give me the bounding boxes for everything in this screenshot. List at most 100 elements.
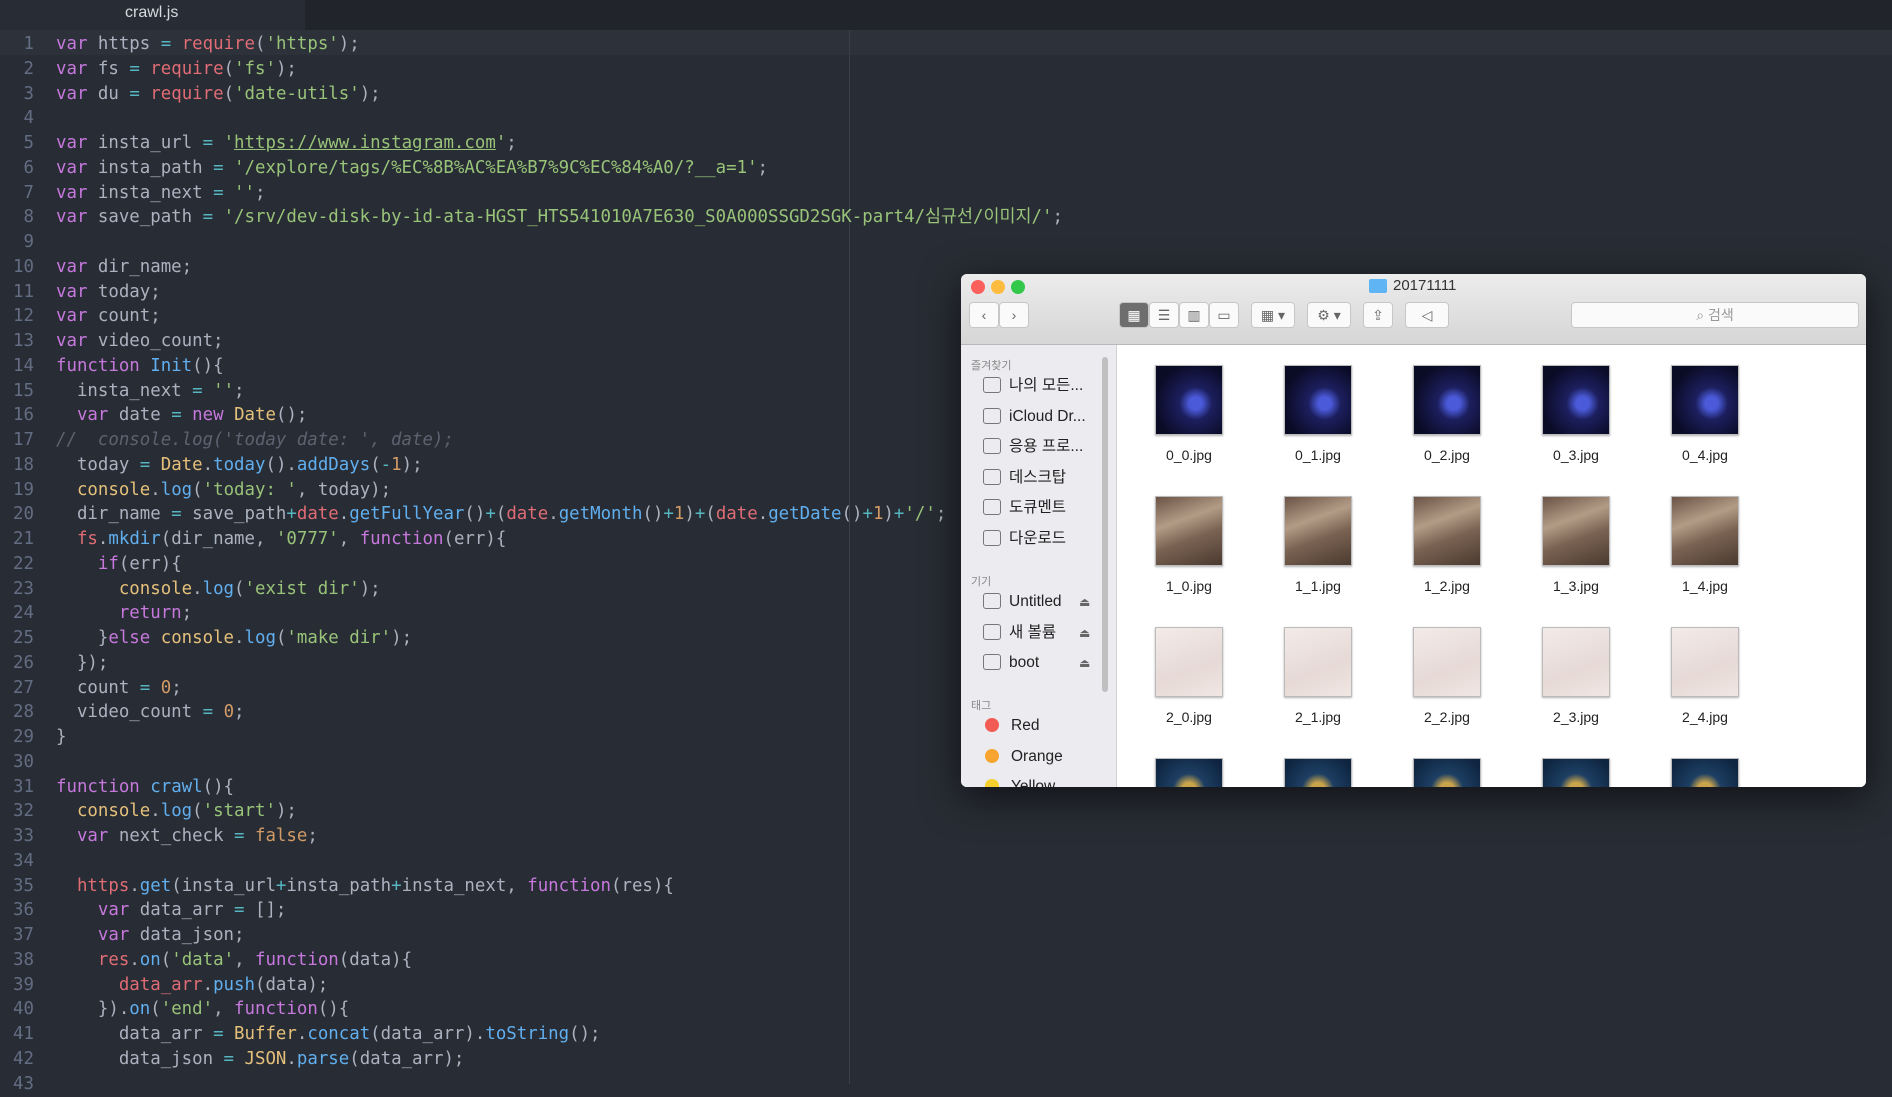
line-number: 10 xyxy=(13,256,34,277)
code-line[interactable]: 1 var https = require('https'); xyxy=(0,32,1892,57)
file-thumbnail[interactable] xyxy=(1284,496,1352,566)
tag-button[interactable]: ◁ xyxy=(1405,302,1449,328)
file-thumbnail[interactable] xyxy=(1413,496,1481,566)
code-line[interactable]: 6 var insta_path = '/explore/tags/%EC%8B%… xyxy=(0,156,1892,181)
documents-icon xyxy=(983,499,1001,515)
search-field[interactable]: ⌕ 검색 xyxy=(1571,302,1859,328)
code-line[interactable]: 43 xyxy=(0,1072,1892,1097)
action-gear-button[interactable]: ⚙ ▾ xyxy=(1307,302,1351,328)
code-line[interactable]: 3 var du = require('date-utils'); xyxy=(0,82,1892,107)
tab-crawl-js[interactable]: crawl.js xyxy=(0,0,305,30)
file-thumbnail[interactable] xyxy=(1284,627,1352,697)
code-line[interactable]: 7 var insta_next = ''; xyxy=(0,181,1892,206)
code-line[interactable]: 4 xyxy=(0,106,1892,131)
sidebar-item[interactable]: 도큐멘트 xyxy=(983,496,1066,520)
line-number: 13 xyxy=(13,331,34,351)
file-grid[interactable]: 0_0.jpg 0_1.jpg 0_2.jpg 0_3.jpg 0_4.jpg 1_0.j… xyxy=(1117,345,1866,787)
file-thumbnail[interactable] xyxy=(1284,365,1352,435)
file-name: 0_2.jpg xyxy=(1424,447,1470,463)
coverflow-view-button[interactable]: ▭ xyxy=(1209,302,1239,328)
forward-button[interactable]: › xyxy=(999,302,1029,328)
sidebar-item[interactable]: 다운로드 xyxy=(983,527,1066,551)
zoom-button[interactable] xyxy=(1011,280,1025,294)
icon-view-button[interactable]: ▦ xyxy=(1119,302,1149,328)
code-text: }else console.log('make dir'); xyxy=(56,628,413,648)
file-thumbnail[interactable] xyxy=(1413,758,1481,787)
list-view-button[interactable]: ☰ xyxy=(1149,302,1179,328)
disk-icon xyxy=(983,654,1001,670)
code-line[interactable]: 36 var data_arr = []; xyxy=(0,898,1892,923)
code-text: console.log('today: ', today); xyxy=(76,479,392,500)
file-thumbnail[interactable] xyxy=(1671,627,1739,697)
sidebar-item[interactable]: Orange xyxy=(983,745,1063,769)
minimize-button[interactable] xyxy=(991,280,1005,294)
file-thumbnail[interactable] xyxy=(1542,627,1610,697)
finder-sidebar: 즐겨찾기 나의 모든... iCloud Dr... 응용 프로... 데스크탑 도큐멘트… xyxy=(961,345,1117,787)
tag-color-dot xyxy=(985,779,999,787)
code-line[interactable]: 33 var next_check = false; xyxy=(0,824,1892,849)
file-thumbnail[interactable] xyxy=(1542,365,1610,435)
code-line[interactable]: 40 }).on('end', function(){ xyxy=(0,997,1892,1022)
eject-icon[interactable]: ⏏ xyxy=(1079,626,1090,640)
code-text: var https = require('https'); xyxy=(56,34,360,54)
share-button[interactable]: ⇪ xyxy=(1363,302,1393,328)
file-thumbnail[interactable] xyxy=(1671,365,1739,435)
sidebar-item[interactable]: 데스크탑 xyxy=(983,466,1066,490)
code-line[interactable]: 37 var data_json; xyxy=(0,923,1892,948)
file-thumbnail[interactable] xyxy=(1542,758,1610,787)
sidebar-item[interactable]: boot xyxy=(983,651,1039,675)
eject-icon[interactable]: ⏏ xyxy=(1079,656,1090,670)
arrange-button[interactable]: ▦ ▾ xyxy=(1251,302,1295,328)
code-line[interactable]: 41 data_arr = Buffer.concat(data_arr).to… xyxy=(0,1022,1892,1047)
line-number: 17 xyxy=(13,430,34,450)
code-line[interactable]: 38 res.on('data', function(data){ xyxy=(0,948,1892,973)
sidebar-item[interactable]: iCloud Dr... xyxy=(983,405,1086,429)
code-line[interactable]: 8 var save_path = '/srv/dev-disk-by-id-at… xyxy=(0,205,1892,230)
tag-color-dot xyxy=(985,718,999,732)
file-thumbnail[interactable] xyxy=(1155,627,1223,697)
file-thumbnail[interactable] xyxy=(1155,496,1223,566)
code-line[interactable]: 2 var fs = require('fs'); xyxy=(0,57,1892,82)
sidebar-item[interactable]: Red xyxy=(983,714,1039,738)
code-line[interactable]: 5 var insta_url = 'https://www.instagram.… xyxy=(0,131,1892,156)
file-thumbnail[interactable] xyxy=(1155,365,1223,435)
code-text: https.get(insta_url+insta_path+insta_nex… xyxy=(76,875,674,896)
line-number: 31 xyxy=(13,776,34,797)
sidebar-item[interactable]: 응용 프로... xyxy=(983,435,1083,459)
file-thumbnail[interactable] xyxy=(1284,758,1352,787)
file-name: 2_4.jpg xyxy=(1682,709,1728,725)
file-name: 2_3.jpg xyxy=(1553,709,1599,725)
line-number: 41 xyxy=(13,1024,34,1044)
sidebar-item[interactable]: 새 볼륨 xyxy=(983,621,1056,645)
file-thumbnail[interactable] xyxy=(1542,496,1610,566)
code-line[interactable]: 35 https.get(insta_url+insta_path+insta_… xyxy=(0,874,1892,899)
line-number: 23 xyxy=(13,578,34,599)
eject-icon[interactable]: ⏏ xyxy=(1079,595,1090,609)
sidebar-scrollbar[interactable] xyxy=(1102,357,1108,692)
code-line[interactable]: 42 data_json = JSON.parse(data_arr); xyxy=(0,1047,1892,1072)
file-thumbnail[interactable] xyxy=(1413,365,1481,435)
column-view-button[interactable]: ▥ xyxy=(1179,302,1209,328)
code-text: // console.log('today date: ', date); xyxy=(56,430,454,450)
tags-header: 태그 xyxy=(971,700,992,712)
code-line[interactable]: 32 console.log('start'); xyxy=(0,799,1892,824)
file-thumbnail[interactable] xyxy=(1671,496,1739,566)
sidebar-item-label: 도큐멘트 xyxy=(1009,499,1067,516)
code-text: var data_arr = []; xyxy=(97,900,287,921)
finder-window: 20171111 ‹ › ▦ ☰ ▥ ▭ ▦ ▾ ⚙ ▾ ⇪ ◁ ⌕ 검색 즐겨… xyxy=(961,274,1866,787)
line-number: 4 xyxy=(23,108,34,129)
sidebar-item[interactable]: 나의 모든... xyxy=(983,374,1083,398)
code-line[interactable]: 34 xyxy=(0,849,1892,874)
code-line[interactable]: 39 data_arr.push(data); xyxy=(0,973,1892,998)
file-thumbnail[interactable] xyxy=(1671,758,1739,787)
disk-icon xyxy=(983,623,1001,640)
sidebar-item[interactable]: Yellow xyxy=(983,775,1055,787)
code-line[interactable]: 9 xyxy=(0,230,1892,255)
close-button[interactable] xyxy=(971,280,985,294)
sidebar-item[interactable]: Untitled xyxy=(983,590,1062,614)
code-text: if(err){ xyxy=(97,553,182,574)
back-button[interactable]: ‹ xyxy=(969,302,999,328)
file-name: 0_3.jpg xyxy=(1553,447,1599,463)
file-thumbnail[interactable] xyxy=(1155,758,1223,787)
file-thumbnail[interactable] xyxy=(1413,627,1481,697)
